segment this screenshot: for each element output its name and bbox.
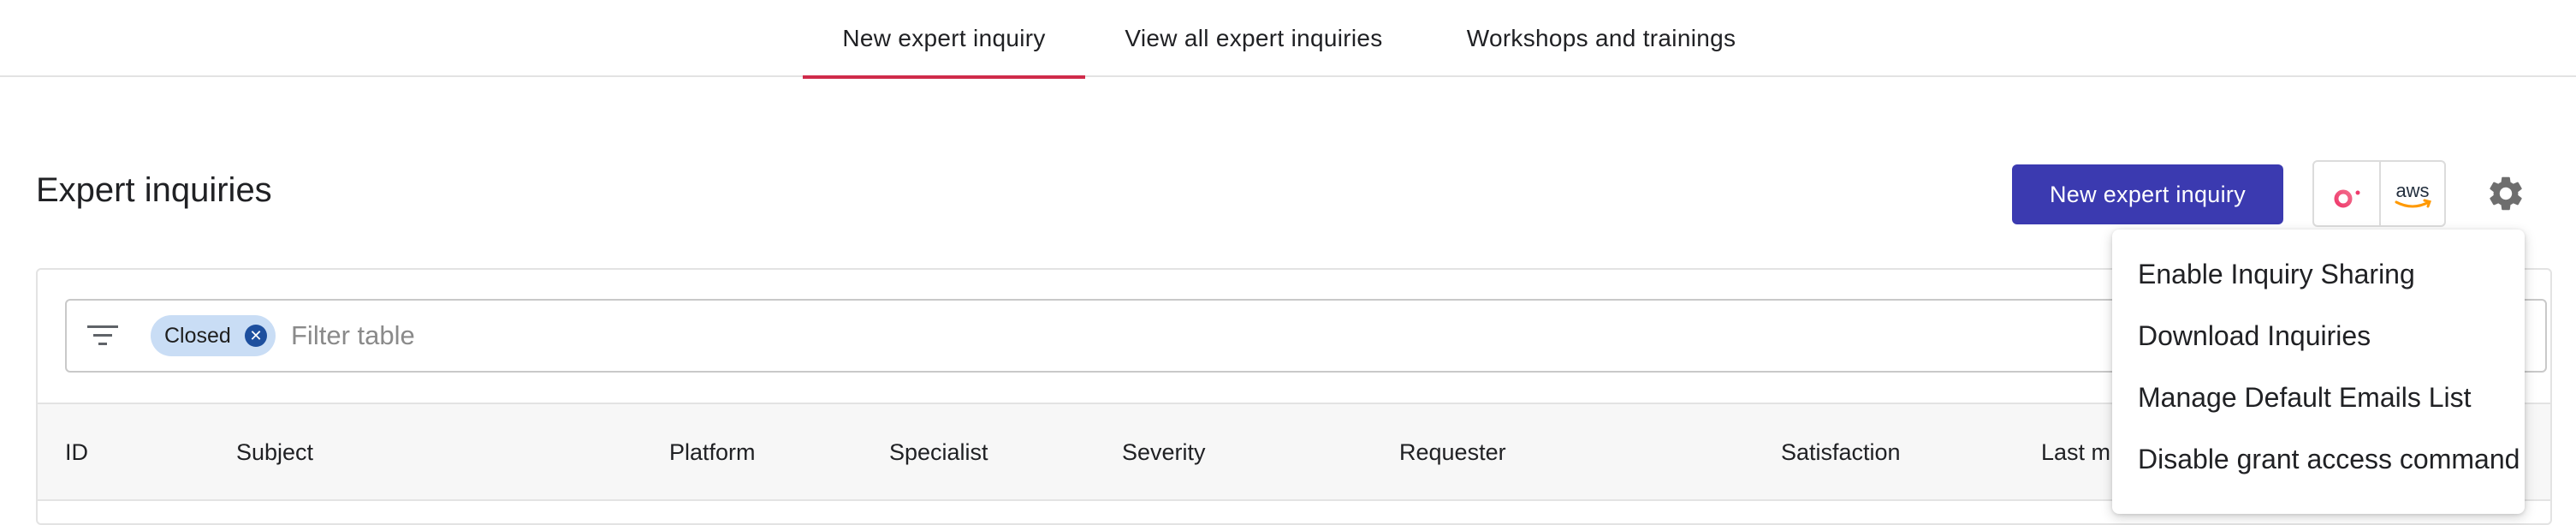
tab-workshops-and-trainings[interactable]: Workshops and trainings xyxy=(1422,0,1780,77)
close-icon[interactable]: ✕ xyxy=(245,325,267,347)
column-header-platform[interactable]: Platform xyxy=(669,439,756,466)
menu-item-download-inquiries[interactable]: Download Inquiries xyxy=(2112,305,2525,367)
tab-view-all-expert-inquiries[interactable]: View all expert inquiries xyxy=(1085,0,1422,77)
column-header-subject[interactable]: Subject xyxy=(236,439,313,466)
page-title: Expert inquiries xyxy=(36,171,272,209)
integrations-toggle: aws xyxy=(2312,160,2446,227)
column-header-id[interactable]: ID xyxy=(65,439,88,466)
column-header-requester[interactable]: Requester xyxy=(1399,439,1506,466)
doit-logo-button[interactable] xyxy=(2314,162,2379,225)
aws-logo-button[interactable]: aws xyxy=(2378,162,2444,225)
filter-chip-closed[interactable]: Closed ✕ xyxy=(151,315,276,356)
new-expert-inquiry-button[interactable]: New expert inquiry xyxy=(2012,164,2283,224)
column-header-satisfaction[interactable]: Satisfaction xyxy=(1781,439,1901,466)
tab-new-expert-inquiry[interactable]: New expert inquiry xyxy=(803,0,1085,79)
column-header-last-modified[interactable]: Last m xyxy=(2041,439,2110,466)
filter-table-input[interactable] xyxy=(291,315,2088,356)
aws-logo-text: aws xyxy=(2395,180,2429,201)
menu-item-enable-inquiry-sharing[interactable]: Enable Inquiry Sharing xyxy=(2112,243,2525,305)
filter-chip-label: Closed xyxy=(164,323,231,348)
top-nav: New expert inquiry View all expert inqui… xyxy=(0,0,2576,79)
menu-item-disable-grant-access-command[interactable]: Disable grant access command xyxy=(2112,428,2525,490)
filter-list-icon[interactable] xyxy=(86,323,120,349)
aws-logo-icon: aws xyxy=(2395,180,2431,208)
settings-menu: Enable Inquiry Sharing Download Inquirie… xyxy=(2112,230,2525,514)
menu-item-manage-default-emails-list[interactable]: Manage Default Emails List xyxy=(2112,367,2525,428)
column-header-specialist[interactable]: Specialist xyxy=(889,439,988,466)
gear-icon[interactable] xyxy=(2485,173,2526,214)
doit-logo-icon xyxy=(2334,180,2360,208)
column-header-severity[interactable]: Severity xyxy=(1122,439,1206,466)
